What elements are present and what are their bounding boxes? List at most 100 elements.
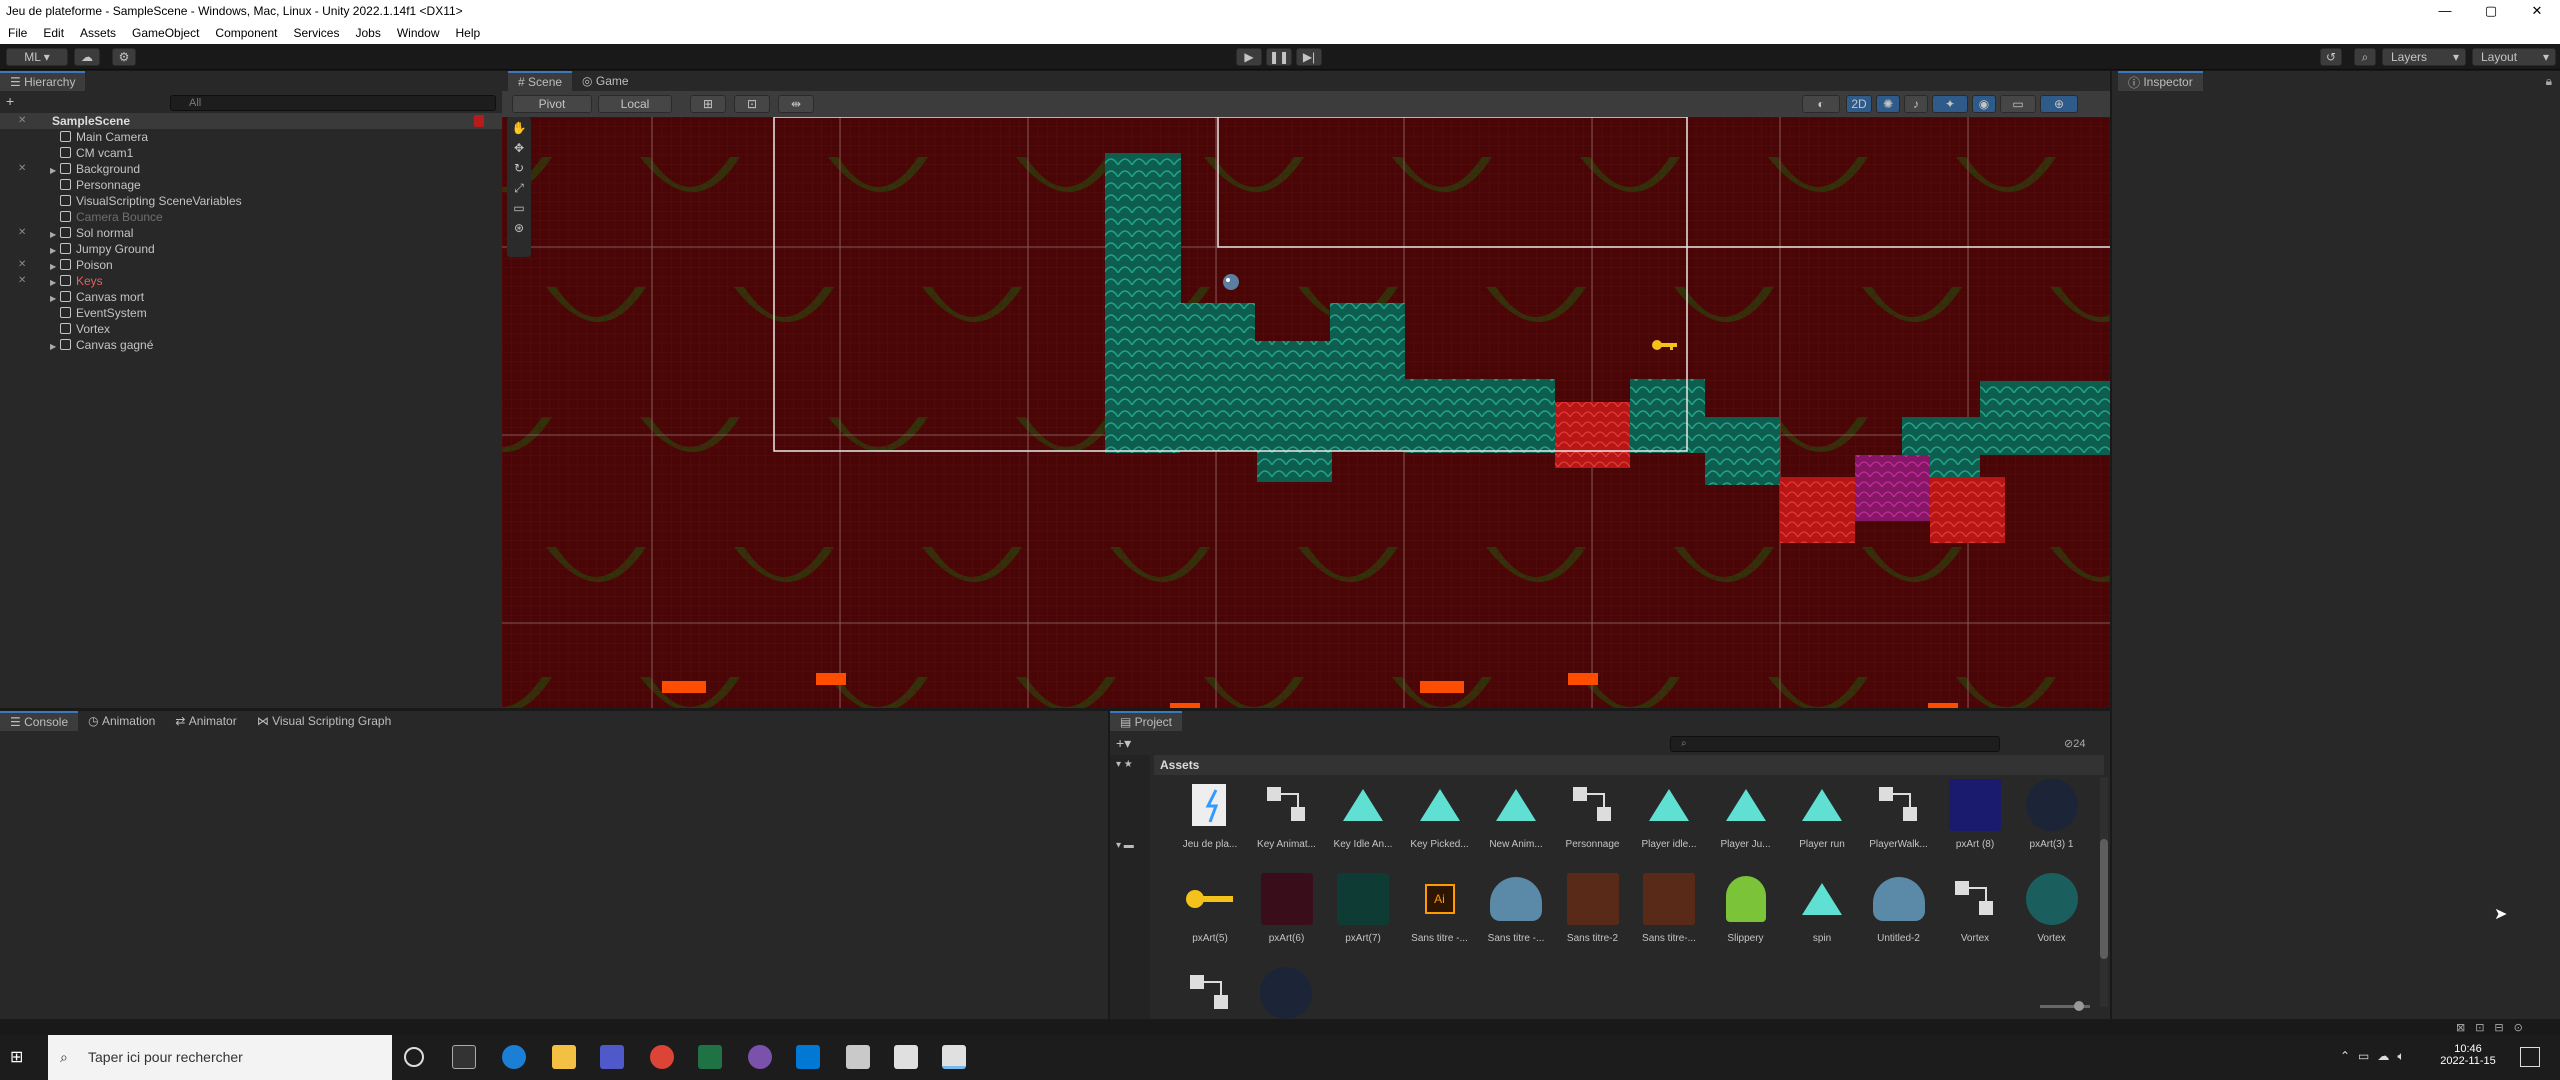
hierarchy-item[interactable]: ▶ Jumpy Ground: [0, 241, 502, 257]
asset-item[interactable]: Player run: [1786, 777, 1858, 850]
effects-icon[interactable]: ✦: [1932, 95, 1968, 113]
clock[interactable]: 10:46 2022-11-15: [2436, 1043, 2500, 1067]
menu-window[interactable]: Window: [389, 26, 448, 40]
add-asset-icon[interactable]: +▾: [1116, 735, 1131, 752]
hierarchy-item[interactable]: CM vcam1: [0, 145, 502, 161]
scene-row[interactable]: SampleScene: [0, 113, 502, 129]
menu-gameobject[interactable]: GameObject: [124, 26, 207, 40]
step-button[interactable]: ▶|: [1296, 48, 1322, 66]
menu-help[interactable]: Help: [448, 26, 489, 40]
unity-editor-icon[interactable]: [942, 1045, 966, 1069]
app-icon[interactable]: [846, 1045, 870, 1069]
asset-item[interactable]: Player idle...: [1633, 777, 1705, 850]
camera-settings-icon[interactable]: ▭: [2000, 95, 2036, 113]
edge-icon[interactable]: [502, 1045, 526, 1069]
asset-item[interactable]: New Anim...: [1480, 777, 1552, 850]
zoom-slider-handle[interactable]: [2074, 1001, 2084, 1011]
hierarchy-search-input[interactable]: All: [170, 95, 496, 111]
lighting-icon[interactable]: ✺: [1876, 95, 1900, 113]
account-dropdown[interactable]: ML ▾: [6, 48, 68, 66]
visibility-icon[interactable]: ✕: [18, 115, 30, 127]
project-search-input[interactable]: ⌕: [1670, 736, 2000, 752]
asset-item[interactable]: Vortex: [2016, 871, 2088, 944]
minimize-button[interactable]: —: [2422, 0, 2468, 22]
visibility-icon[interactable]: ✕: [18, 275, 26, 286]
asset-item[interactable]: Sans titre -...: [1480, 871, 1552, 944]
asset-item[interactable]: Key Animat...: [1251, 777, 1323, 850]
asset-item[interactable]: Untitled-2: [1863, 871, 1935, 944]
asset-item[interactable]: pxArt(7): [1327, 871, 1399, 944]
tab-animator[interactable]: ⇄ Animator: [165, 711, 246, 731]
hierarchy-item[interactable]: EventSystem: [0, 305, 502, 321]
tab-hierarchy[interactable]: ☰ Hierarchy: [0, 71, 86, 91]
rect-tool-icon[interactable]: ▭: [507, 201, 531, 221]
asset-item[interactable]: Personnage: [1557, 777, 1629, 850]
tab-project[interactable]: ▤ Project: [1110, 711, 1183, 731]
tab-scene[interactable]: # Scene: [508, 71, 573, 91]
excel-icon[interactable]: [698, 1045, 722, 1069]
gizmos-icon[interactable]: ⊕: [2040, 95, 2078, 113]
github-desktop-icon[interactable]: [748, 1045, 772, 1069]
assets-folder-icon[interactable]: ▾ ▬: [1110, 770, 1150, 851]
task-view-icon[interactable]: [452, 1045, 476, 1069]
tab-console[interactable]: ☰ Console: [0, 711, 79, 731]
shading-mode-icon[interactable]: ◐: [1802, 95, 1840, 113]
visibility-icon[interactable]: ✕: [18, 259, 26, 270]
increment-snap-icon[interactable]: ⇹: [778, 95, 814, 113]
cloud-icon[interactable]: ☁: [74, 48, 100, 66]
asset-item[interactable]: [1174, 965, 1246, 1021]
history-icon[interactable]: ↺: [2320, 48, 2342, 66]
asset-item[interactable]: PlayerWalk...: [1863, 777, 1935, 850]
chrome-icon[interactable]: [650, 1045, 674, 1069]
notifications-icon[interactable]: [2520, 1047, 2540, 1067]
scale-tool-icon[interactable]: ⤢: [507, 181, 531, 201]
expand-arrow-icon[interactable]: ▶: [50, 339, 60, 355]
menu-jobs[interactable]: Jobs: [347, 26, 388, 40]
lock-icon[interactable]: 🔒︎: [2546, 74, 2552, 89]
scrollbar-thumb[interactable]: [2100, 839, 2108, 959]
hierarchy-item[interactable]: Vortex: [0, 321, 502, 337]
asset-item[interactable]: Sans titre-2: [1557, 871, 1629, 944]
windows-start-icon[interactable]: ⊞: [10, 1047, 30, 1067]
scene-canvas[interactable]: [502, 117, 2110, 708]
asset-item[interactable]: Player Ju...: [1710, 777, 1782, 850]
tab-game[interactable]: ◎ Game: [572, 71, 639, 91]
move-tool-icon[interactable]: ✥: [507, 141, 531, 161]
menu-component[interactable]: Component: [207, 26, 285, 40]
layers-dropdown[interactable]: Layers ▾: [2382, 48, 2466, 66]
hidden-objects-icon[interactable]: ◉: [1972, 95, 1996, 113]
hierarchy-item[interactable]: ▶ Canvas gagné: [0, 337, 502, 353]
transform-tool-icon[interactable]: ⊛: [507, 221, 531, 241]
asset-item[interactable]: Jeu de pla...: [1174, 777, 1246, 850]
menu-services[interactable]: Services: [285, 26, 347, 40]
asset-item[interactable]: pxArt(6): [1251, 871, 1323, 944]
zoom-slider[interactable]: [2040, 1001, 2090, 1011]
cortana-icon[interactable]: [404, 1047, 424, 1067]
visibility-icon[interactable]: ✕: [18, 163, 26, 174]
taskbar-search-input[interactable]: ⌕ Taper ici pour rechercher: [48, 1035, 392, 1080]
hierarchy-item[interactable]: Personnage: [0, 177, 502, 193]
hierarchy-item[interactable]: Camera Bounce: [0, 209, 502, 225]
tab-inspector[interactable]: ⓘ Inspector: [2118, 71, 2203, 91]
hierarchy-item[interactable]: Main Camera: [0, 129, 502, 145]
asset-item[interactable]: Sans titre-...: [1633, 871, 1705, 944]
collab-icon[interactable]: ⚙: [112, 48, 136, 66]
hierarchy-item[interactable]: ▶ Background: [0, 161, 502, 177]
tab-animation[interactable]: ◷ Animation: [78, 711, 165, 731]
rotate-tool-icon[interactable]: ↻: [507, 161, 531, 181]
hierarchy-item[interactable]: ▶ Sol normal: [0, 225, 502, 241]
explorer-icon[interactable]: [552, 1045, 576, 1069]
grid-snap-icon[interactable]: ⊞: [690, 95, 726, 113]
favorites-icon[interactable]: ▾ ★: [1110, 755, 1150, 770]
asset-item[interactable]: pxArt (8): [1939, 777, 2011, 850]
menu-assets[interactable]: Assets: [72, 26, 124, 40]
close-button[interactable]: ✕: [2514, 0, 2560, 22]
local-dropdown[interactable]: Local: [598, 95, 672, 113]
asset-item[interactable]: [1250, 965, 1322, 1021]
menu-edit[interactable]: Edit: [35, 26, 72, 40]
asset-item[interactable]: Vortex: [1939, 871, 2011, 944]
tab-visual-scripting-graph[interactable]: ⋈ Visual Scripting Graph: [247, 711, 402, 731]
hierarchy-item[interactable]: VisualScripting SceneVariables: [0, 193, 502, 209]
asset-item[interactable]: Key Idle An...: [1327, 777, 1399, 850]
mode-2d-button[interactable]: 2D: [1846, 95, 1872, 113]
